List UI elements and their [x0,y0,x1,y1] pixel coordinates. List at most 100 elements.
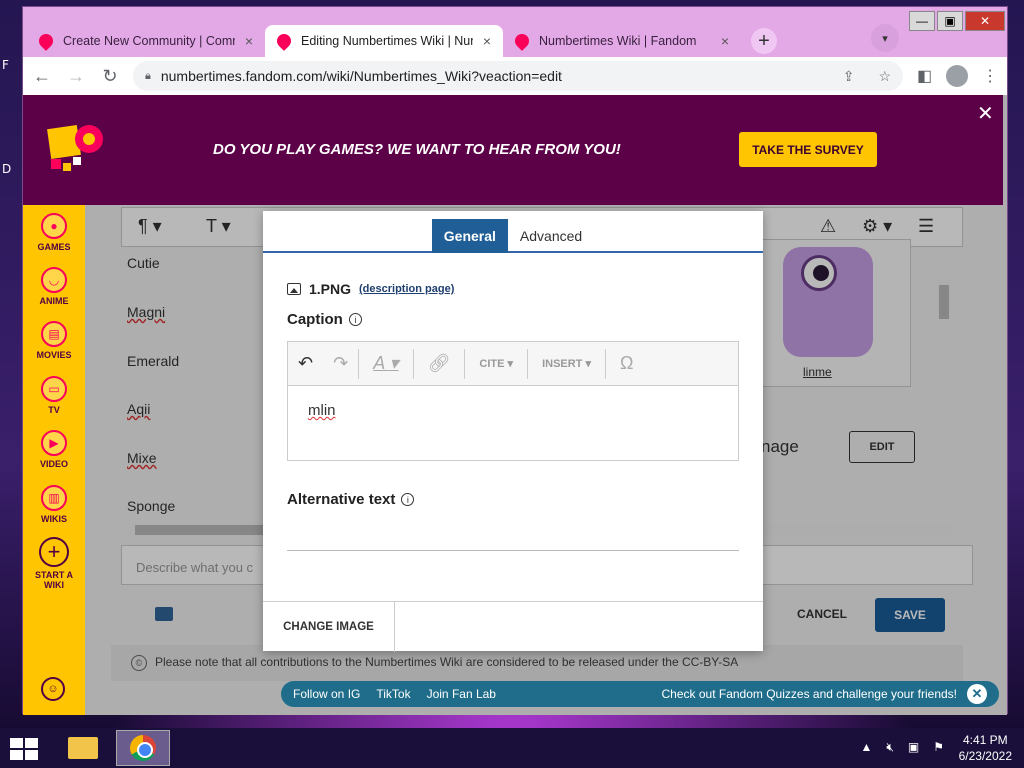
caption-editor: ↶ ↷ A ▾ 🔗︎ CITE ▾ INSERT ▾ Ω mlin [287,341,739,461]
browser-window: — ▣ ✕ Create New Community | Comm × Edit… [22,6,1008,715]
volume-muted-icon[interactable]: 🔇︎ [886,740,894,755]
address-bar[interactable]: 🔒︎ numbertimes.fandom.com/wiki/Numbertim… [133,61,903,91]
nav-movies[interactable]: ▤ MOVIES [23,321,85,360]
caption-toolbar: ↶ ↷ A ▾ 🔗︎ CITE ▾ INSERT ▾ Ω [288,342,738,386]
follow-ig-link[interactable]: Follow on IG [293,687,360,701]
bookmark-star-icon[interactable]: ☆ [878,68,891,85]
text-style-dropdown[interactable]: A ▾ [359,342,412,386]
nav-label: ANIME [39,296,69,306]
close-window-button[interactable]: ✕ [965,11,1005,31]
tab-close-icon[interactable]: × [483,33,491,49]
start-wiki-line2: WIKI [44,580,64,590]
redo-icon[interactable]: ↷ [323,342,358,386]
web-page: ¶ ▾ T ▾ ⚠ ⚙ ▾ ☰ Cutie Magni Emerald Aqii… [23,95,1007,715]
dialog-footer: CHANGE IMAGE [263,601,763,652]
clapper-icon: ▤ [41,321,67,347]
share-icon[interactable]: ⇪ [843,68,855,85]
dialog-tabs: General Advanced [263,211,763,253]
anime-icon: ◡ [41,267,67,293]
side-panel-icon[interactable]: ◧ [917,66,932,86]
description-page-link[interactable]: (description page) [359,283,454,295]
info-icon[interactable]: i [401,493,415,506]
tab-close-icon[interactable]: × [245,33,253,49]
nav-games[interactable]: ● GAMES [23,213,85,252]
fandom-flame-icon [36,31,56,51]
windows-start-icon[interactable] [10,738,38,760]
system-tray: ▲ 🔇︎ ▣ ⚑ [860,740,944,755]
link-icon[interactable]: 🔗︎ [414,342,465,386]
tab-title: Numbertimes Wiki | Fandom [539,34,697,48]
system-clock[interactable]: 4:41 PM 6/23/2022 [959,732,1012,764]
change-image-button[interactable]: CHANGE IMAGE [263,602,395,652]
image-icon [287,283,301,295]
tab-advanced[interactable]: Advanced [508,219,594,253]
cite-label: CITE [479,357,505,370]
nav-label: START A WIKI [35,570,73,590]
maximize-button[interactable]: ▣ [937,11,963,31]
survey-illustration-icon [47,125,103,171]
book-icon: ▥ [41,485,67,511]
undo-icon[interactable]: ↶ [288,342,323,386]
quiz-promo-link[interactable]: Check out Fandom Quizzes and challenge y… [662,687,958,701]
cite-dropdown[interactable]: CITE ▾ [465,342,527,386]
caption-label: Caption i [287,311,362,328]
window-controls: — ▣ ✕ [909,11,1005,31]
clock-date: 6/23/2022 [958,749,1012,763]
browser-toolbar: ← → ↻ 🔒︎ numbertimes.fandom.com/wiki/Num… [23,57,1007,95]
reload-button[interactable]: ↻ [95,61,125,91]
tiktok-link[interactable]: TikTok [376,687,410,701]
new-tab-button[interactable]: + [751,28,777,54]
alt-text-label: Alternative text i [287,491,415,508]
desktop-icon-label: D [2,162,12,176]
survey-headline: DO YOU PLAY GAMES? WE WANT TO HEAR FROM … [213,141,621,158]
clock-time: 4:41 PM [962,733,1008,747]
nav-video[interactable]: ▶ VIDEO [23,430,85,469]
tv-icon: ▭ [41,376,67,402]
nav-label: WIKIS [41,514,67,524]
menu-kebab-icon[interactable]: ⋮ [982,66,998,86]
chrome-icon [130,735,156,761]
info-icon[interactable]: i [348,313,362,326]
taskbar: ▲ 🔇︎ ▣ ⚑ 4:41 PM 6/23/2022 [0,728,1024,768]
caption-text[interactable]: mlin [308,402,336,419]
close-icon[interactable]: ✕ [977,101,994,126]
file-explorer-button[interactable] [56,730,110,766]
profile-avatar-icon[interactable] [946,65,969,87]
alt-text-input[interactable] [287,550,739,551]
special-character-icon[interactable]: Ω [606,342,647,386]
alt-label-text: Alternative text [287,491,396,508]
tab-create-community[interactable]: Create New Community | Comm × [27,25,265,57]
fandom-footer-bar: Follow on IG TikTok Join Fan Lab Check o… [281,681,999,707]
tab-search-dropdown[interactable]: ▾ [871,24,899,52]
insert-dropdown[interactable]: INSERT ▾ [528,342,605,386]
close-icon[interactable]: ✕ [967,684,987,704]
nav-start-wiki[interactable]: + START A WIKI [23,537,85,590]
tab-title: Editing Numbertimes Wiki | Num [301,34,473,48]
tab-general[interactable]: General [431,219,508,253]
take-survey-button[interactable]: TAKE THE SURVEY [739,132,877,167]
back-button[interactable]: ← [27,61,57,91]
nav-label: VIDEO [39,459,68,469]
tab-editing-wiki[interactable]: Editing Numbertimes Wiki | Num × [265,25,503,57]
chrome-taskbar-button[interactable] [116,730,170,766]
caption-label-text: Caption [287,311,343,328]
forward-button[interactable]: → [61,61,91,91]
survey-banner: DO YOU PLAY GAMES? WE WANT TO HEAR FROM … [23,95,1003,205]
url-text: numbertimes.fandom.com/wiki/Numbertimes_… [160,68,562,84]
desktop-icon-label: F [2,58,9,72]
lock-icon: 🔒︎ [145,69,151,82]
tab-close-icon[interactable]: × [721,33,729,49]
network-icon[interactable]: ▣ [908,740,919,755]
minimize-button[interactable]: — [909,11,935,31]
tab-wiki-home[interactable]: Numbertimes Wiki | Fandom × [503,25,741,57]
video-icon: ▶ [41,430,67,456]
user-account-icon[interactable]: ☺ [41,677,65,701]
tray-expand-icon[interactable]: ▲ [860,740,872,755]
action-center-icon[interactable]: ⚑ [933,740,944,755]
nav-wikis[interactable]: ▥ WIKIS [23,485,85,524]
nav-tv[interactable]: ▭ TV [23,376,85,415]
nav-anime[interactable]: ◡ ANIME [23,267,85,306]
nav-label: MOVIES [36,350,72,360]
fan-lab-link[interactable]: Join Fan Lab [427,687,496,701]
file-name: 1.PNG [309,281,352,297]
